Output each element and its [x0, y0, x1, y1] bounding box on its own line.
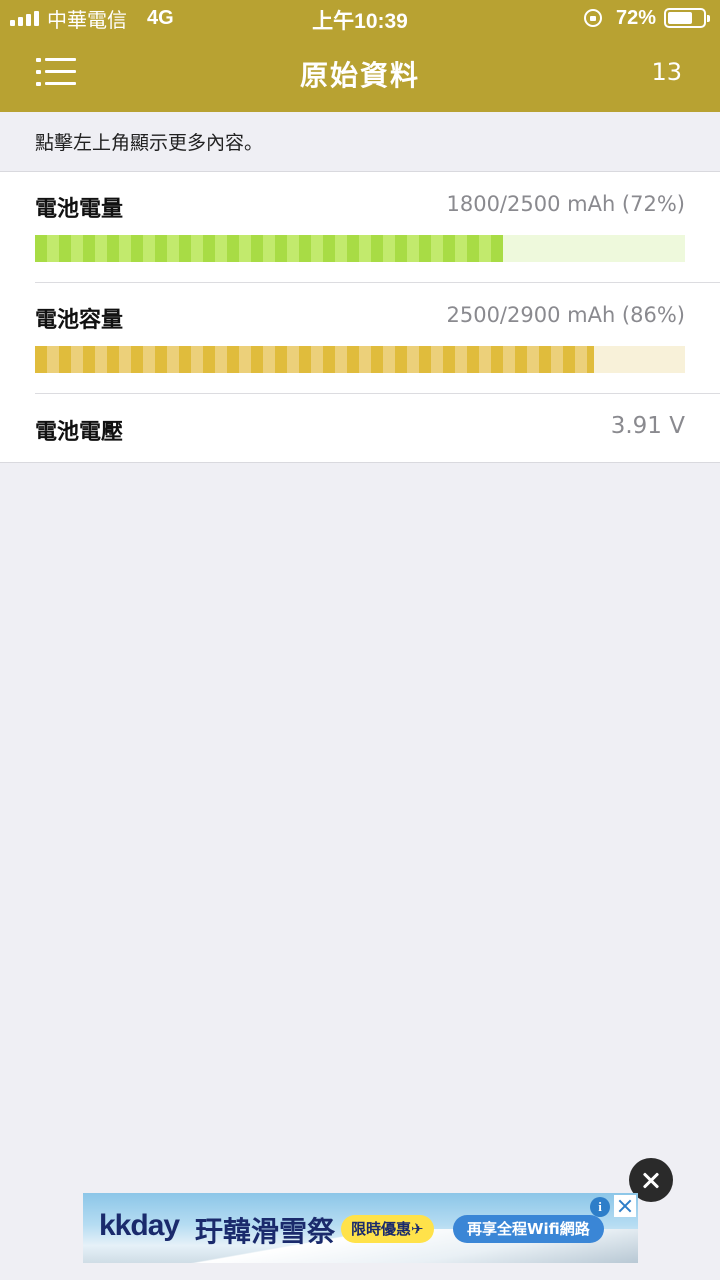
list-item-battery-voltage: 電池電壓 3.91 V — [0, 394, 720, 464]
battery-capacity-value: 2500/2900 mAh (86%) — [446, 303, 685, 327]
battery-percent: 72% — [615, 6, 656, 29]
battery-info-list: 電池電量 1800/2500 mAh (72%) 電池容量 2500/2900 … — [0, 171, 720, 463]
list-item-battery-charge: 電池電量 1800/2500 mAh (72%) — [0, 172, 720, 282]
battery-capacity-bar-fill — [35, 346, 594, 373]
ad-promo-badge: 限時優惠✈ — [341, 1215, 434, 1243]
navigation-bar: 原始資料 13 — [0, 36, 720, 112]
hint-text: 點擊左上角顯示更多內容。 — [35, 132, 264, 154]
item-count[interactable]: 13 — [651, 58, 682, 86]
battery-icon — [664, 8, 710, 28]
battery-charge-bar — [35, 235, 685, 262]
status-bar-right: 72% — [583, 6, 710, 30]
ad-subtitle: 再享全程Wifi網路 — [453, 1215, 604, 1243]
status-bar: 中華電信 4G 上午10:39 72% — [0, 0, 720, 36]
battery-capacity-bar — [35, 346, 685, 373]
page-title: 原始資料 — [299, 59, 420, 92]
list-item-battery-capacity: 電池容量 2500/2900 mAh (86%) — [0, 283, 720, 393]
ad-brand-logo: kkday — [99, 1209, 180, 1242]
battery-charge-value: 1800/2500 mAh (72%) — [446, 192, 685, 216]
battery-charge-bar-fill — [35, 235, 503, 262]
battery-voltage-label: 電池電壓 — [35, 420, 124, 445]
battery-voltage-value: 3.91 V — [610, 413, 685, 439]
ad-banner[interactable]: kkday 玗韓滑雪祭 限時優惠✈ 再享全程Wifi網路 i — [83, 1193, 638, 1263]
orientation-lock-icon — [583, 9, 602, 27]
battery-level-fill — [668, 12, 693, 24]
battery-charge-label: 電池電量 — [35, 197, 124, 222]
ad-title: 玗韓滑雪祭 — [195, 1215, 336, 1248]
info-icon[interactable]: i — [590, 1197, 610, 1217]
battery-capacity-label: 電池容量 — [35, 308, 124, 333]
ad-close-icon[interactable] — [614, 1195, 636, 1217]
